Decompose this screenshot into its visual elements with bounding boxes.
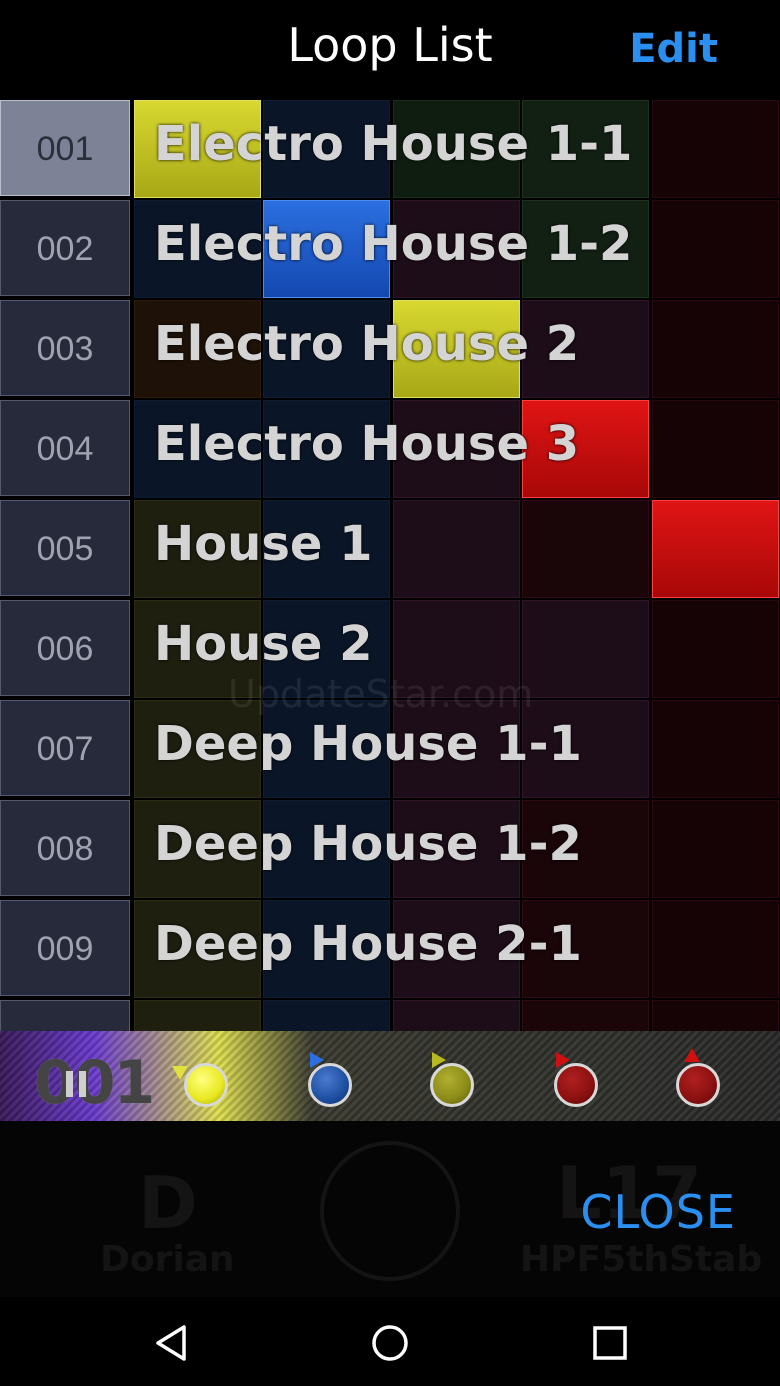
loop-name: Electro House 1-2 <box>154 216 633 272</box>
list-item[interactable]: 004 Electro House 3 <box>0 400 780 498</box>
list-item[interactable]: 009 Deep House 2-1 <box>0 900 780 998</box>
pause-icon[interactable] <box>64 1071 90 1097</box>
loop-name: Electro House 2 <box>154 316 580 372</box>
ghost-scale-label: Dorian <box>100 1239 235 1280</box>
list-item[interactable] <box>0 1000 780 1031</box>
row-number: 009 <box>0 900 130 996</box>
recents-icon[interactable] <box>590 1323 630 1363</box>
system-nav-bar <box>0 1297 780 1386</box>
pad-cell[interactable] <box>652 1000 779 1031</box>
pad-cell[interactable] <box>652 500 779 598</box>
loop-list: 001 Electro House 1-1 002 Electro House … <box>0 100 780 1031</box>
row-number: 005 <box>0 500 130 596</box>
list-item[interactable]: 005 House 1 <box>0 500 780 598</box>
row-number: 008 <box>0 800 130 896</box>
edit-button[interactable]: Edit <box>629 26 718 72</box>
track-yellow-indicator[interactable] <box>184 1063 228 1107</box>
track-red-indicator[interactable] <box>676 1063 720 1107</box>
list-item[interactable]: 008 Deep House 1-2 <box>0 800 780 898</box>
bottom-panel: D Dorian L17 HPF5thStab CLOSE <box>0 1121 780 1297</box>
list-item[interactable]: 001 Electro House 1-1 <box>0 100 780 198</box>
pad-cell[interactable] <box>652 700 779 798</box>
track-blue-indicator[interactable] <box>308 1063 352 1107</box>
track-marker-icon <box>684 1048 700 1062</box>
loop-name: Deep House 2-1 <box>154 916 582 972</box>
list-item[interactable]: 006 House 2 <box>0 600 780 698</box>
list-item[interactable]: 003 Electro House 2 <box>0 300 780 398</box>
loop-name: Electro House 1-1 <box>154 116 633 172</box>
pad-cell[interactable] <box>263 1000 390 1031</box>
row-number: 003 <box>0 300 130 396</box>
pad-cell[interactable] <box>393 500 520 598</box>
loop-name: House 1 <box>154 516 373 572</box>
ghost-preset-name: HPF5thStab <box>520 1239 763 1280</box>
pad-cell[interactable] <box>652 100 779 198</box>
pad-cell[interactable] <box>522 500 649 598</box>
loop-counter: 001 <box>34 1048 155 1118</box>
pad-cell[interactable] <box>652 800 779 898</box>
pad-cell[interactable] <box>652 600 779 698</box>
pad-cell[interactable] <box>393 600 520 698</box>
header: Loop List Edit <box>0 0 780 98</box>
ghost-knob <box>320 1141 460 1281</box>
loop-name: Deep House 1-2 <box>154 816 582 872</box>
loop-name: Electro House 3 <box>154 416 580 472</box>
back-icon[interactable] <box>152 1323 192 1363</box>
list-item[interactable]: 007 Deep House 1-1 <box>0 700 780 798</box>
close-button[interactable]: CLOSE <box>580 1185 736 1239</box>
row-number: 002 <box>0 200 130 296</box>
pad-cell[interactable] <box>652 400 779 498</box>
row-number: 006 <box>0 600 130 696</box>
pad-cell[interactable] <box>652 200 779 298</box>
list-item[interactable]: 002 Electro House 1-2 <box>0 200 780 298</box>
row-number: 004 <box>0 400 130 496</box>
track-red-indicator[interactable] <box>554 1063 598 1107</box>
track-olive-indicator[interactable] <box>430 1063 474 1107</box>
pad-cell[interactable] <box>134 1000 261 1031</box>
row-number: 001 <box>0 100 130 196</box>
pad-cell[interactable] <box>522 600 649 698</box>
pad-cell[interactable] <box>522 1000 649 1031</box>
loop-name: Deep House 1-1 <box>154 716 582 772</box>
pad-cell[interactable] <box>652 300 779 398</box>
pad-cell[interactable] <box>652 900 779 998</box>
home-icon[interactable] <box>370 1323 410 1363</box>
loop-name: House 2 <box>154 616 373 672</box>
row-number: 007 <box>0 700 130 796</box>
player-bar: 001 <box>0 1031 780 1121</box>
ghost-key-label: D <box>138 1161 198 1245</box>
row-number <box>0 1000 130 1031</box>
pad-cell[interactable] <box>393 1000 520 1031</box>
